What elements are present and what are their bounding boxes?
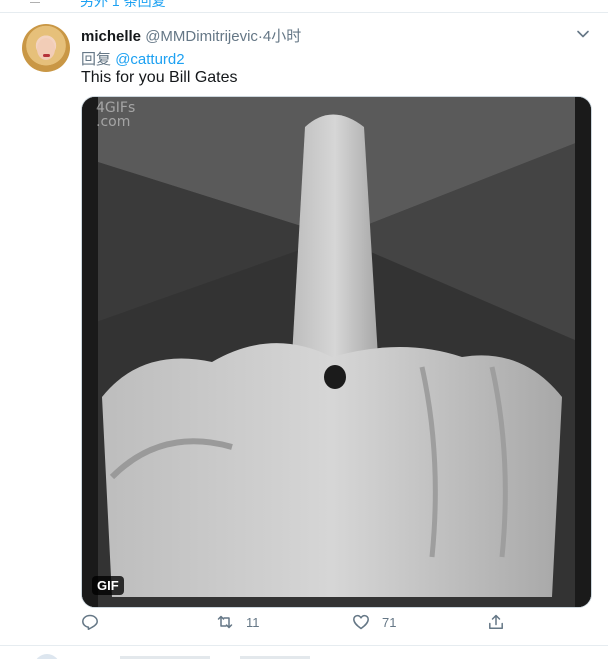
share-button[interactable] bbox=[487, 613, 505, 631]
tweet-text: This for you Bill Gates bbox=[81, 69, 238, 86]
heart-icon bbox=[353, 614, 369, 630]
previous-tweet-edge: 另外 1 条回复 bbox=[0, 0, 608, 13]
reply-button[interactable] bbox=[81, 613, 99, 631]
gif-badge: GIF bbox=[92, 576, 124, 595]
show-more-replies-link[interactable]: 另外 1 条回复 bbox=[80, 0, 166, 11]
avatar[interactable] bbox=[22, 24, 70, 72]
next-tweet-edge bbox=[0, 646, 608, 659]
watermark-line1: 4GIFs bbox=[96, 100, 136, 116]
share-icon bbox=[489, 614, 503, 629]
watermark-line2: .com bbox=[96, 114, 131, 130]
like-count: 71 bbox=[382, 614, 397, 630]
reply-prefix: 回复 bbox=[81, 51, 112, 68]
retweet-icon bbox=[217, 615, 233, 629]
next-avatar bbox=[34, 654, 60, 659]
author-handle[interactable]: @MMDimitrijevic bbox=[145, 28, 258, 45]
reply-mention-link[interactable]: @catturd2 bbox=[115, 51, 184, 68]
replying-to: 回复 @catturd2 bbox=[81, 48, 185, 69]
gif-media[interactable]: 4GIFs .com GIF bbox=[81, 96, 592, 608]
gif-image bbox=[82, 97, 591, 607]
tweet-actions: 11 71 bbox=[81, 613, 521, 637]
timestamp[interactable]: 4小时 bbox=[263, 28, 301, 45]
author-name[interactable]: michelle bbox=[81, 28, 141, 45]
avatar-lips bbox=[43, 54, 50, 57]
tweet[interactable]: michelle @MMDimitrijevic·4小时 回复 @catturd… bbox=[0, 13, 608, 646]
reply-icon bbox=[82, 614, 98, 630]
tweet-header: michelle @MMDimitrijevic·4小时 bbox=[81, 25, 301, 46]
chevron-down-icon[interactable] bbox=[576, 27, 590, 41]
retweet-count: 11 bbox=[246, 614, 260, 630]
retweet-button[interactable]: 11 bbox=[216, 613, 260, 631]
thread-line bbox=[30, 2, 40, 3]
watermark: 4GIFs .com bbox=[96, 101, 135, 129]
like-button[interactable]: 71 bbox=[352, 613, 396, 631]
